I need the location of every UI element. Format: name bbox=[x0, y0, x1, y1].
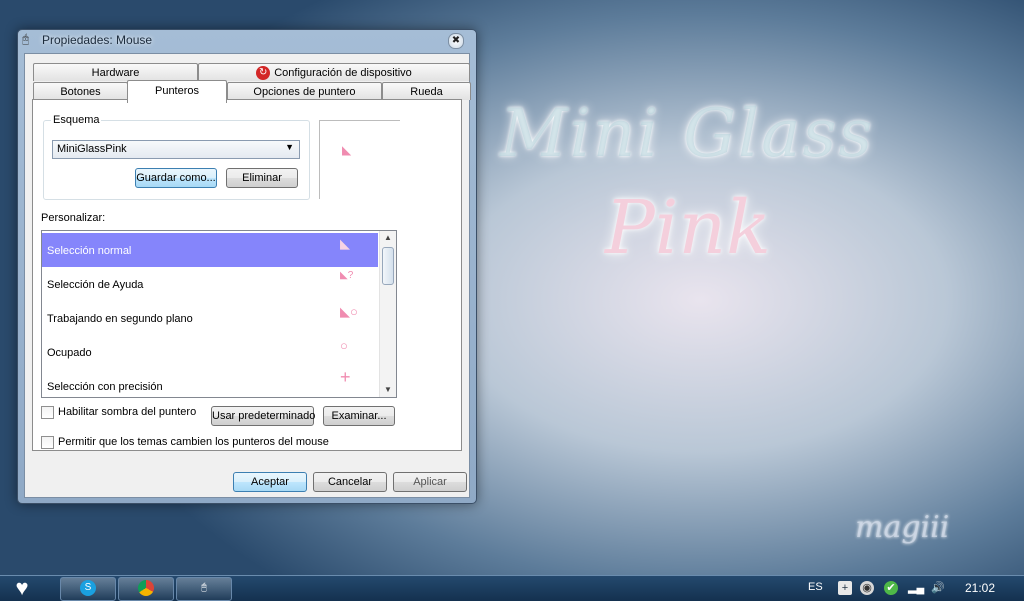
clock[interactable]: 21:02 bbox=[965, 581, 995, 595]
list-item[interactable]: Ocupado ○ bbox=[42, 335, 378, 369]
list-item[interactable]: Selección de Ayuda ◣? bbox=[42, 267, 378, 301]
tab-label: Hardware bbox=[91, 67, 140, 79]
tab-buttons[interactable]: Botones bbox=[33, 82, 128, 100]
list-item-label: Selección con precisión bbox=[47, 381, 163, 393]
shadow-checkbox-label: Habilitar sombra del puntero bbox=[58, 406, 197, 418]
themes-checkbox-label: Permitir que los temas cambien los punte… bbox=[58, 436, 329, 448]
window-title: Propiedades: Mouse bbox=[42, 33, 153, 47]
taskbar-app-mouse[interactable]: 🖰 bbox=[176, 577, 232, 601]
taskbar-app-chrome[interactable] bbox=[118, 577, 174, 601]
mouse-properties-window: 🖰 Propiedades: Mouse ✖ Hardware ↻ Configu… bbox=[17, 29, 477, 504]
scheme-group: Esquema MiniGlassPink ▼ Guardar como... … bbox=[43, 114, 310, 200]
pointers-panel: Esquema MiniGlassPink ▼ Guardar como... … bbox=[32, 99, 462, 451]
tab-label: Rueda bbox=[410, 86, 443, 98]
steam-icon[interactable]: ◉ bbox=[860, 581, 874, 595]
scroll-down-icon[interactable]: ▼ bbox=[381, 383, 395, 397]
list-item[interactable]: Trabajando en segundo plano ◣○ bbox=[42, 301, 378, 335]
chrome-icon bbox=[138, 580, 154, 596]
close-icon: ✖ bbox=[451, 35, 461, 46]
heart-icon: ♥ bbox=[15, 575, 29, 600]
working-cursor-icon: ◣○ bbox=[340, 304, 358, 319]
save-as-button[interactable]: Guardar como... bbox=[135, 168, 217, 188]
list-item-label: Selección de Ayuda bbox=[47, 279, 144, 291]
themes-checkbox[interactable] bbox=[41, 436, 54, 449]
cancel-button[interactable]: Cancelar bbox=[313, 472, 387, 492]
security-check-icon[interactable]: ✔ bbox=[884, 581, 898, 595]
close-button[interactable]: ✖ bbox=[448, 33, 464, 49]
plus-icon[interactable]: + bbox=[838, 581, 852, 595]
scheme-select[interactable]: MiniGlassPink ▼ bbox=[52, 140, 300, 159]
mouse-icon: 🖰 bbox=[22, 32, 30, 46]
taskbar-app-skype[interactable]: S bbox=[60, 577, 116, 601]
start-button[interactable]: ♥ bbox=[6, 576, 38, 601]
crosshair-cursor-icon: + bbox=[340, 367, 351, 387]
tab-wheel[interactable]: Rueda bbox=[382, 82, 471, 100]
list-item-label: Ocupado bbox=[47, 347, 92, 359]
scheme-label: Esquema bbox=[51, 114, 102, 126]
shadow-checkbox[interactable] bbox=[41, 406, 54, 419]
list-item-label: Trabajando en segundo plano bbox=[47, 313, 193, 325]
cursor-preview: ◣ bbox=[319, 120, 400, 199]
tab-label: Punteros bbox=[154, 85, 200, 97]
delete-button[interactable]: Eliminar bbox=[226, 168, 298, 188]
tab-hardware[interactable]: Hardware bbox=[33, 63, 198, 81]
help-cursor-icon: ◣? bbox=[340, 270, 354, 281]
tab-label: Opciones de puntero bbox=[253, 86, 356, 98]
tab-device-settings[interactable]: ↻ Configuración de dispositivo bbox=[198, 63, 470, 81]
tab-label: Configuración de dispositivo bbox=[274, 67, 412, 79]
list-item-label: Selección normal bbox=[47, 245, 132, 257]
use-default-button[interactable]: Usar predeterminado bbox=[211, 406, 315, 426]
device-settings-icon: ↻ bbox=[256, 66, 271, 81]
customize-label: Personalizar: bbox=[41, 212, 106, 224]
scroll-thumb[interactable] bbox=[382, 247, 394, 285]
apply-button[interactable]: Aplicar bbox=[393, 472, 467, 492]
wallpaper-title: Mini Glass bbox=[500, 95, 875, 172]
chevron-down-icon: ▼ bbox=[285, 142, 294, 152]
cursor-list[interactable]: Selección normal ◣ Selección de Ayuda ◣?… bbox=[41, 230, 397, 398]
volume-icon[interactable]: 🔊 bbox=[931, 581, 945, 595]
scheme-selected-value: MiniGlassPink bbox=[57, 143, 127, 155]
list-item[interactable]: Selección con precisión + bbox=[42, 367, 378, 397]
busy-cursor-icon: ○ bbox=[340, 338, 348, 353]
list-item[interactable]: Selección normal ◣ bbox=[42, 233, 378, 267]
tab-pointer-options[interactable]: Opciones de puntero bbox=[227, 82, 382, 100]
list-scrollbar[interactable]: ▲ ▼ bbox=[379, 231, 396, 397]
arrow-cursor-icon: ◣ bbox=[342, 143, 352, 157]
mouse-icon: 🖰 bbox=[201, 582, 207, 593]
wallpaper-subtitle: Pink bbox=[605, 185, 771, 271]
signal-icon[interactable]: ▂▄ bbox=[908, 581, 924, 595]
taskbar: ♥ S 🖰 ES + ◉ ✔ ▂▄ 🔊 21:02 bbox=[0, 575, 1024, 601]
tab-pointers[interactable]: Punteros bbox=[127, 80, 227, 103]
browse-button[interactable]: Examinar... bbox=[323, 406, 395, 426]
skype-icon: S bbox=[80, 580, 96, 596]
ok-button[interactable]: Aceptar bbox=[233, 472, 307, 492]
language-indicator[interactable]: ES bbox=[808, 581, 823, 593]
title-bar[interactable]: 🖰 Propiedades: Mouse ✖ bbox=[18, 30, 476, 50]
window-client: Hardware ↻ Configuración de dispositivo B… bbox=[24, 53, 471, 498]
scroll-up-icon[interactable]: ▲ bbox=[381, 231, 395, 245]
tab-label: Botones bbox=[60, 86, 101, 98]
arrow-cursor-icon: ◣ bbox=[340, 236, 350, 251]
wallpaper-signature: magiii bbox=[855, 510, 950, 545]
